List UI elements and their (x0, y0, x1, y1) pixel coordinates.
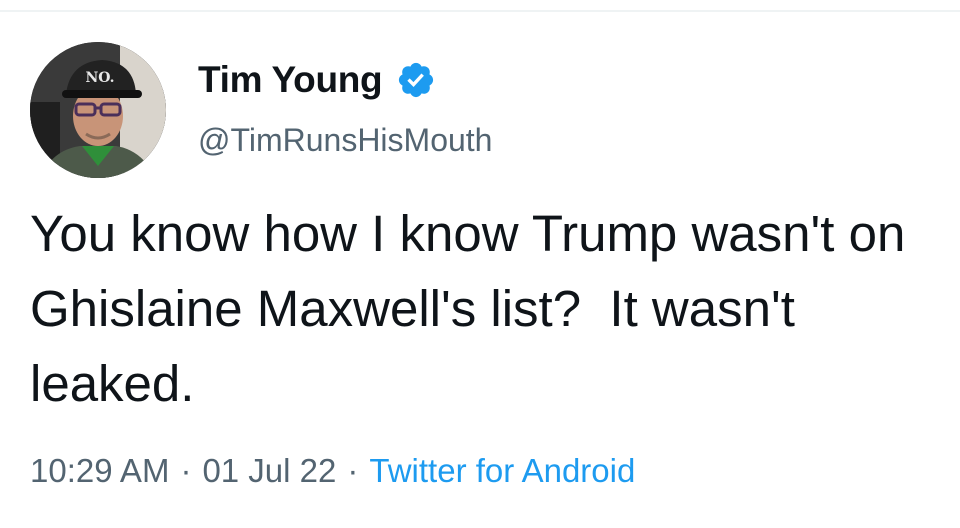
tweet-source-link[interactable]: Twitter for Android (369, 452, 635, 490)
meta-separator: · (180, 452, 192, 489)
author-block: Tim Young @TimRunsHisMouth (198, 56, 492, 159)
avatar-cap-text: NO. (85, 70, 114, 86)
meta-separator: · (347, 452, 359, 489)
tweet-text: You know how I know Trump wasn't on Ghis… (30, 205, 920, 412)
tweet-date[interactable]: 01 Jul 22 (202, 452, 336, 490)
avatar[interactable]: NO. (30, 42, 166, 178)
user-handle[interactable]: @TimRunsHisMouth (198, 122, 492, 159)
name-row: Tim Young (198, 56, 492, 104)
tweet-meta: 10:29 AM · 01 Jul 22 · Twitter for Andro… (30, 452, 635, 490)
tweet-time[interactable]: 10:29 AM (30, 452, 169, 490)
verified-badge-icon (396, 60, 436, 100)
tweet: NO. Tim Young @TimRunsHisMouth You know … (0, 0, 960, 528)
display-name[interactable]: Tim Young (198, 59, 383, 101)
avatar-photo: NO. (30, 42, 166, 178)
